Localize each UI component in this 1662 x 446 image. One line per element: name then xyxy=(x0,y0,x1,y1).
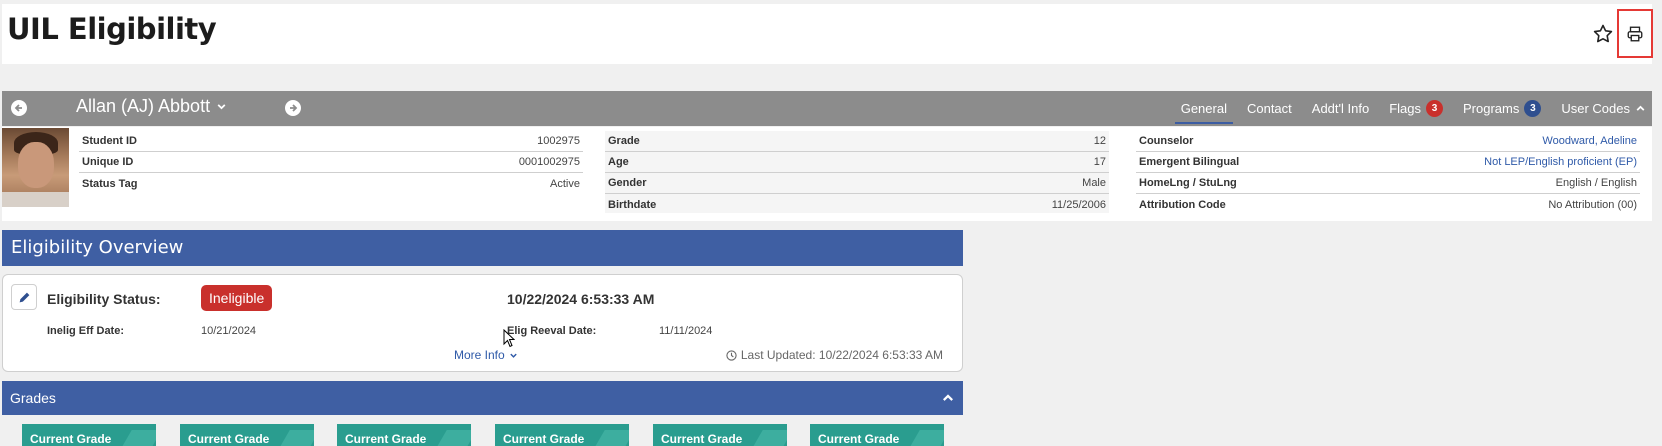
page-header xyxy=(2,4,1652,64)
eligibility-overview-header: Eligibility Overview xyxy=(2,230,963,266)
tab-programs[interactable]: Programs 3 xyxy=(1463,91,1542,126)
tab-addtl-info[interactable]: Addt'l Info xyxy=(1312,91,1369,126)
student-name: Allan (AJ) Abbott xyxy=(76,96,211,116)
student-name-dropdown[interactable]: Allan (AJ) Abbott xyxy=(76,96,227,117)
info-column-counseling: Counselor Woodward, Adeline Emergent Bili… xyxy=(1136,131,1640,215)
tab-general[interactable]: General xyxy=(1174,91,1234,126)
print-button[interactable] xyxy=(1617,9,1653,58)
chevron-up-icon xyxy=(1636,105,1645,111)
chevron-down-icon xyxy=(509,353,517,358)
grades-title: Grades xyxy=(10,390,56,406)
grade-card[interactable]: Current Grade xyxy=(180,424,314,446)
star-outline-icon xyxy=(1593,24,1613,43)
info-row: Birthdate 11/25/2006 xyxy=(608,198,1106,211)
info-row: Student ID 1002975 xyxy=(79,131,583,152)
grades-section-header[interactable]: Grades xyxy=(2,381,963,415)
arrow-left-icon xyxy=(14,104,22,112)
elig-reeval-date-value: 11/11/2024 xyxy=(659,325,713,337)
page-title: UIL Eligibility xyxy=(7,12,217,46)
info-row: Gender Male xyxy=(605,173,1109,194)
student-tabs: General Contact Addt'l Info Flags 3 Progr… xyxy=(1174,91,1646,126)
eligibility-card: Eligibility Status: Ineligible 10/22/202… xyxy=(2,274,963,372)
info-row: Counselor Woodward, Adeline xyxy=(1136,131,1640,152)
previous-student-button[interactable] xyxy=(11,100,27,116)
eligibility-datetime: 10/22/2024 6:53:33 AM xyxy=(507,291,655,307)
edit-button[interactable] xyxy=(11,284,37,310)
inelig-eff-date-label: Inelig Eff Date: xyxy=(47,325,125,337)
student-photo xyxy=(2,128,69,207)
info-row: HomeLng / StuLng English / English xyxy=(1136,173,1640,194)
chevron-up-icon xyxy=(943,394,953,401)
next-student-button[interactable] xyxy=(285,100,301,116)
clock-icon xyxy=(726,349,737,361)
mouse-cursor-icon xyxy=(503,329,515,348)
programs-count-badge: 3 xyxy=(1524,100,1542,117)
info-column-ids: Student ID 1002975 Unique ID 0001002975 St… xyxy=(79,131,583,194)
student-header-bar: Allan (AJ) Abbott General Contact Addt'l… xyxy=(2,91,1652,126)
eligibility-status-badge: Ineligible xyxy=(201,285,273,311)
chevron-down-icon xyxy=(217,104,226,110)
counselor-link[interactable]: Woodward, Adeline xyxy=(1542,135,1637,147)
pencil-icon xyxy=(19,292,29,302)
emergent-bilingual-link[interactable]: Not LEP/English proficient (EP) xyxy=(1484,156,1637,168)
last-updated-text: Last Updated: 10/22/2024 6:53:33 AM xyxy=(726,348,943,362)
tab-contact[interactable]: Contact xyxy=(1247,91,1292,126)
grade-card[interactable]: Current Grade xyxy=(810,424,944,446)
grade-card[interactable]: Current Grade xyxy=(495,424,629,446)
info-row: Grade 12 xyxy=(605,131,1109,152)
more-info-link[interactable]: More Info xyxy=(454,348,518,362)
inelig-eff-date-value: 10/21/2024 xyxy=(201,325,257,337)
printer-icon xyxy=(1627,26,1643,41)
favorite-button[interactable] xyxy=(1591,22,1615,46)
info-column-demographics: Grade 12 Age 17 Gender Male Birthdate 11/25/… xyxy=(605,131,1109,213)
grade-card[interactable]: Current Grade xyxy=(337,424,471,446)
grade-card[interactable]: Current Grade xyxy=(653,424,787,446)
info-row: Unique ID 0001002975 xyxy=(79,152,583,173)
tab-user-codes[interactable]: User Codes xyxy=(1561,91,1646,126)
info-row: Attribution Code No Attribution (00) xyxy=(1139,198,1637,211)
info-row: Status Tag Active xyxy=(82,177,580,190)
info-row: Age 17 xyxy=(605,152,1109,173)
arrow-right-icon xyxy=(290,104,298,112)
grade-card[interactable]: Current Grade xyxy=(22,424,156,446)
info-row: Emergent Bilingual Not LEP/English profic… xyxy=(1136,152,1640,173)
tab-flags[interactable]: Flags 3 xyxy=(1389,91,1443,126)
elig-reeval-date-label: Elig Reeval Date: xyxy=(507,325,597,337)
flags-count-badge: 3 xyxy=(1426,100,1443,117)
eligibility-status-label: Eligibility Status: xyxy=(47,291,161,307)
student-info-panel: Student ID 1002975 Unique ID 0001002975 St… xyxy=(2,127,1652,221)
